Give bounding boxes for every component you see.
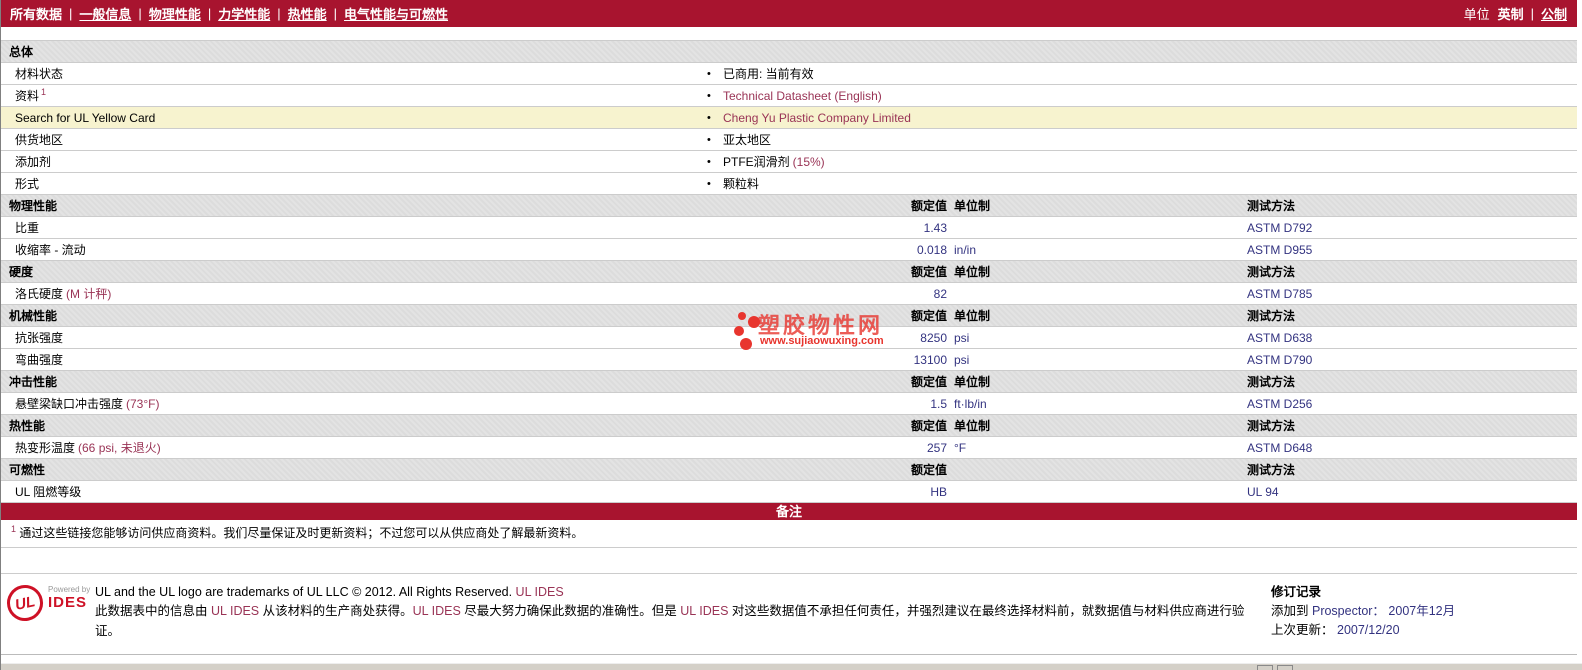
table-row-izod: 悬壁梁缺口冲击强度 (73°F) 1.5 ft·lb/in ASTM D256 xyxy=(1,393,1577,415)
footnote-ref: 1 xyxy=(41,87,47,97)
table-row-material-status: 材料状态 • 已商用: 当前有效 xyxy=(1,63,1577,85)
datasheet-page: 所有数据 | 一般信息 | 物理性能 | 力学性能 | 热性能 | 电气性能与可… xyxy=(0,0,1582,670)
ul-ides-link[interactable]: UL IDES xyxy=(413,604,461,618)
table-row-specific-gravity: 比重 1.43 ASTM D792 xyxy=(1,217,1577,239)
table-row-flexural: 弯曲强度 13100 psi ASTM D790 xyxy=(1,349,1577,371)
table-row-tensile: 抗张强度 8250 psi ASTM D638 xyxy=(1,327,1577,349)
scrollbar-box[interactable] xyxy=(1257,665,1273,670)
bullet-icon: • xyxy=(707,177,711,190)
revision-title: 修订记录 xyxy=(1271,585,1322,599)
nav-separator: | xyxy=(1530,6,1534,21)
bullet-icon: • xyxy=(707,133,711,146)
supplier-link[interactable]: Cheng Yu Plastic Company Limited xyxy=(723,111,911,125)
nav-electrical-flammability[interactable]: 电气性能与可燃性 xyxy=(344,4,448,23)
nav-thermal[interactable]: 热性能 xyxy=(288,4,327,23)
bottom-scrollbar-strip[interactable] xyxy=(1,663,1582,670)
unit-english-toggle[interactable]: 英制 xyxy=(1498,4,1524,23)
footnote-marker: 1 xyxy=(11,524,17,534)
table-row-shrinkage: 收缩率 - 流动 0.018 in/in ASTM D955 xyxy=(1,239,1577,261)
nav-separator: | xyxy=(138,6,142,21)
table-row-hdt: 热变形温度 (66 psi, 未退火) 257 °F ASTM D648 xyxy=(1,437,1577,459)
section-header-physical: 物理性能 额定值 单位制 测试方法 xyxy=(1,195,1577,217)
section-header-mechanical: 机械性能 额定值 单位制 测试方法 xyxy=(1,305,1577,327)
table-row-rockwell: 洛氏硬度 (M 计秤) 82 ASTM D785 xyxy=(1,283,1577,305)
revision-updated-row: 上次更新： 2007/12/20 xyxy=(1271,622,1400,637)
revision-added-row: 添加到 Prospector： 2007年12月 xyxy=(1271,603,1456,618)
table-row-region: 供货地区 • 亚太地区 xyxy=(1,129,1577,151)
bullet-icon: • xyxy=(707,111,711,124)
table-row-availability: 资料 1 • Technical Datasheet (English) xyxy=(1,85,1577,107)
scrollbar-box[interactable] xyxy=(1277,665,1293,670)
table-row-additive: 添加剂 • PTFE润滑剂 (15%) xyxy=(1,151,1577,173)
table-row-ul-rating: UL 阻燃等级 HB UL 94 xyxy=(1,481,1577,503)
nav-mechanical[interactable]: 力学性能 xyxy=(218,4,270,23)
footer-disclaimer: UL and the UL logo are trademarks of UL … xyxy=(95,585,1245,638)
ul-logo-icon: UL xyxy=(3,581,47,625)
units-label: 单位 xyxy=(1463,7,1490,22)
nav-separator: | xyxy=(207,6,212,21)
section-header-impact: 冲击性能 额定值 单位制 测试方法 xyxy=(1,371,1577,393)
bullet-icon: • xyxy=(707,67,711,80)
ul-ides-logo: UL Powered by IDES xyxy=(3,581,95,641)
nav-separator: | xyxy=(69,6,73,21)
ul-ides-link[interactable]: UL IDES xyxy=(211,604,259,618)
powered-by-label: Powered by xyxy=(48,585,91,594)
section-header-hardness: 硬度 额定值 单位制 测试方法 xyxy=(1,261,1577,283)
notes-header-bar: 备注 xyxy=(1,503,1577,520)
nav-physical[interactable]: 物理性能 xyxy=(149,4,201,23)
table-row-form: 形式 • 颗粒料 xyxy=(1,173,1577,195)
property-table: 总体 材料状态 • 已商用: 当前有效 资料 1 • Technical Data… xyxy=(1,40,1577,503)
datasheet-link[interactable]: Technical Datasheet (English) xyxy=(723,89,882,103)
top-nav-bar: 所有数据 | 一般信息 | 物理性能 | 力学性能 | 热性能 | 电气性能与可… xyxy=(1,0,1577,27)
footnote-text: 1 通过这些链接您能够访问供应商资料。我们尽量保证及时更新资料；不过您可以从供应… xyxy=(1,520,1577,548)
section-header-thermal: 热性能 额定值 单位制 测试方法 xyxy=(1,415,1577,437)
section-header-flammability: 可燃性 额定值 测试方法 xyxy=(1,459,1577,481)
ides-logo-text: IDES xyxy=(48,594,88,611)
bullet-icon: • xyxy=(707,155,711,168)
section-header-general: 总体 xyxy=(1,41,1577,63)
bullet-icon: • xyxy=(707,89,711,102)
nav-all-data[interactable]: 所有数据 xyxy=(10,4,62,23)
revision-record: 修订记录 添加到 Prospector： 2007年12月 上次更新： 2007… xyxy=(1271,583,1563,641)
ul-ides-link[interactable]: UL IDES xyxy=(680,604,728,618)
unit-metric-toggle[interactable]: 公制 xyxy=(1541,4,1567,23)
ul-ides-link[interactable]: UL IDES xyxy=(516,585,564,599)
nav-general-info[interactable]: 一般信息 xyxy=(79,4,131,23)
nav-separator: | xyxy=(333,6,338,21)
nav-separator: | xyxy=(277,6,281,21)
footer: UL Powered by IDES UL and the UL logo ar… xyxy=(1,573,1577,645)
table-row-yellow-card: Search for UL Yellow Card • Cheng Yu Pla… xyxy=(1,107,1577,129)
